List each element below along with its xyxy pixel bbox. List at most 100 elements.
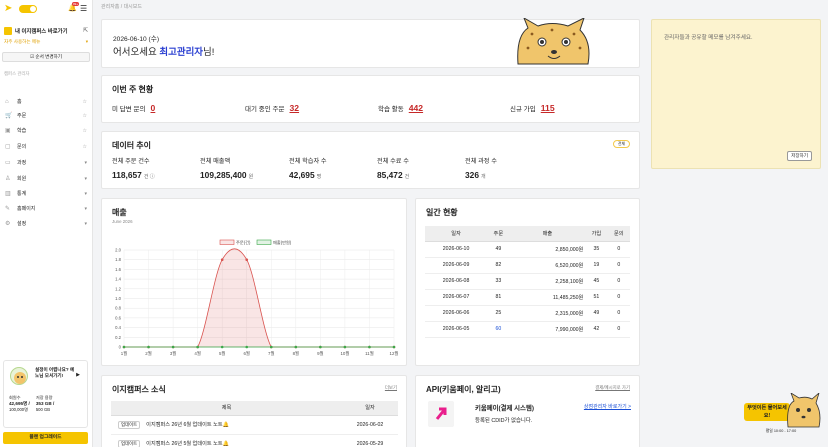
sort-button[interactable]: ☑ 순서 변경하기: [2, 52, 90, 62]
memo-save-button[interactable]: 저장하기: [787, 151, 812, 161]
weekly-title: 이번 주 현황: [112, 85, 154, 94]
table-row[interactable]: 2026-06-10 49 2,850,000원 35 0: [425, 241, 630, 258]
sidebar-item-action[interactable]: ▾: [84, 160, 87, 166]
external-link-icon: ⇱: [82, 28, 88, 34]
news-row[interactable]: 업데이트 이지캠퍼스 26년 6월 업데이트 노트🔔 2026-06-02: [111, 415, 398, 435]
table-row[interactable]: 2026-06-07 81 11,485,250원 51 0: [425, 289, 630, 306]
home-icon: ⌂: [5, 98, 9, 105]
daily-cell: 0: [607, 289, 630, 306]
news-row[interactable]: 업데이트 이지캠퍼스 26년 5월 업데이트 노트🔔 2026-05-29: [111, 434, 398, 447]
trend-number: 109,285,400: [200, 170, 247, 180]
trend-unit: 개: [480, 174, 486, 180]
daily-header: 주문: [487, 226, 510, 242]
data-point: [368, 345, 371, 349]
kpi-learning[interactable]: 학습 활동 442: [378, 103, 423, 113]
daily-cell: 2026-06-10: [425, 241, 488, 258]
col-date: 일자: [342, 401, 398, 416]
api-more-link[interactable]: 결제/메시지로 가기: [595, 385, 630, 391]
sidebar-item-action[interactable]: ▾: [84, 221, 87, 227]
data-point: [147, 345, 150, 349]
theme-toggle[interactable]: [19, 4, 37, 13]
y-tick-label: 1.8: [115, 257, 121, 262]
sidebar-item-action[interactable]: ▾: [84, 206, 87, 212]
table-row[interactable]: 2026-06-06 25 2,315,000원 49 0: [425, 305, 630, 322]
storage-value: 353 GB /: [35, 401, 55, 406]
kpi-value[interactable]: 32: [290, 103, 300, 113]
news-more-link[interactable]: 더보기: [385, 385, 397, 391]
store-admin-link[interactable]: 상점관리자 바로가기 >: [584, 403, 631, 410]
legend-label: 매출(만원): [273, 239, 292, 246]
news-title-cell[interactable]: 업데이트 이지캠퍼스 26년 6월 업데이트 노트🔔: [111, 415, 342, 435]
sidebar-item-action[interactable]: ☆: [83, 128, 87, 134]
trend-value: 85,472 건: [377, 170, 409, 180]
sidebar-item-1[interactable]: 🛒 주문 ☆: [0, 109, 92, 122]
kpi-value[interactable]: 0: [151, 103, 156, 113]
memo-card[interactable]: 관리자들과 공유할 메모를 남겨주세요. 저장하기: [651, 19, 821, 169]
sidebar-item-8[interactable]: ⚙ 설정 ▾: [0, 217, 92, 230]
quick-link[interactable]: 내 이지캠퍼스 바로가기 ⇱: [4, 25, 88, 36]
trend-unit: 원: [248, 174, 254, 180]
kpi-value[interactable]: 115: [541, 103, 555, 113]
daily-cell: 33: [487, 273, 510, 290]
sales-subtitle: June 2026: [112, 219, 133, 224]
daily-cell: 0: [607, 305, 630, 322]
table-row[interactable]: 2026-06-09 82 6,520,000원 19 0: [425, 257, 630, 274]
y-tick-label: 0: [119, 345, 122, 350]
help-widget[interactable]: 무엇이든 물어보세요! 평일 10:00 - 17:00: [740, 393, 822, 438]
news-title-cell[interactable]: 업데이트 이지캠퍼스 26년 5월 업데이트 노트🔔: [111, 434, 342, 447]
trend-label: 전체 매출액: [200, 158, 231, 165]
promo-card[interactable]: 설정이 어렵나요? 예노님 모셔가기! ▶ 회원수 42,695명 /100,00…: [3, 360, 88, 428]
menu-icon[interactable]: ☰: [80, 4, 88, 13]
bell-icon[interactable]: 🔔 99+: [68, 1, 80, 13]
y-tick-label: 0.8: [115, 306, 121, 311]
upgrade-button[interactable]: 플랜 업그레이드: [3, 432, 88, 444]
sales-title: 매출: [112, 208, 127, 217]
memo-placeholder[interactable]: 관리자들과 공유할 메모를 남겨주세요.: [664, 33, 753, 41]
period-pill[interactable]: 전체: [613, 140, 630, 148]
welcome-suffix: 님!: [203, 47, 215, 58]
sidebar-item-5[interactable]: ♙ 회원 ▾: [0, 172, 92, 185]
kpi-unanswered[interactable]: 미 답변 문의 0: [112, 103, 155, 113]
sidebar-item-6[interactable]: ▥ 통계 ▾: [0, 187, 92, 200]
sidebar-item-action[interactable]: ▾: [84, 176, 87, 182]
daily-cell: 25: [487, 305, 510, 322]
daily-cell: 45: [585, 273, 608, 290]
sidebar-item-7[interactable]: ✎ 홈페이지 ▾: [0, 202, 92, 215]
y-tick-label: 1.0: [115, 296, 121, 301]
sidebar-item-3[interactable]: ▢ 문의 ☆: [0, 140, 92, 153]
book-icon: ▣: [5, 128, 11, 134]
breadcrumb-root[interactable]: 관리자홈: [101, 4, 119, 10]
sidebar-item-action[interactable]: ☆: [83, 113, 87, 119]
table-row[interactable]: 2026-06-05 60 7,990,000원 42 0: [425, 321, 630, 338]
news-title: 이지캠퍼스 소식: [112, 385, 166, 394]
x-tick-label: 10월: [340, 350, 349, 357]
api-status: 등록된 CDID가 없습니다.: [475, 418, 533, 424]
api-row: 키움페이(결제 시스템) 등록된 CDID가 없습니다. 상점관리자 바로가기 …: [426, 399, 631, 432]
kpi-pending-orders[interactable]: 대기 중인 주문 32: [245, 103, 299, 113]
data-point: [245, 345, 249, 349]
favorites-toggle[interactable]: 자주 사용하는 메뉴 ▾: [4, 39, 88, 45]
news-card: 이지캠퍼스 소식 더보기 제목 일자 업데이트 이지캠퍼스 26년 6월 업데이트 …: [101, 375, 407, 447]
daily-cell: 2,315,000원: [509, 305, 586, 322]
sidebar-item-2[interactable]: ▣ 학습 ☆: [0, 124, 92, 137]
daily-cell: 81: [487, 289, 510, 306]
daily-cell: 19: [585, 257, 608, 274]
x-tick-label: 7월: [268, 350, 274, 357]
daily-title: 일간 현황: [426, 208, 458, 217]
daily-cell: 0: [607, 273, 630, 290]
kpi-label: 미 답변 문의: [112, 106, 146, 113]
sidebar-item-action[interactable]: ▾: [84, 191, 87, 197]
daily-cell: 49: [585, 305, 608, 322]
y-tick-label: 0.4: [115, 325, 121, 330]
sidebar-item-action[interactable]: ☆: [83, 144, 87, 150]
sidebar-item-action[interactable]: ☆: [83, 99, 87, 105]
kpi-value[interactable]: 442: [409, 103, 423, 113]
sidebar-item-0[interactable]: ⌂ 홈 ☆: [0, 95, 92, 108]
table-row[interactable]: 2026-06-08 33 2,258,100원 45 0: [425, 273, 630, 290]
trend-label: 전체 과정 수: [465, 158, 497, 165]
trend-value: 118,657 건 ⓘ: [112, 170, 155, 180]
logo-icon[interactable]: ➤: [4, 3, 15, 14]
kpi-signups[interactable]: 신규 가입 115: [510, 103, 555, 113]
sidebar-item-4[interactable]: ▭ 과정 ▾: [0, 156, 92, 169]
notification-badge: 99+: [72, 1, 80, 6]
